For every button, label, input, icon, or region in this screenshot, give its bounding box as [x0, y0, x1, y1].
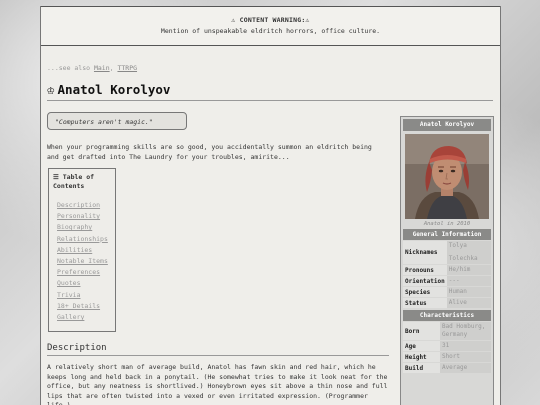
infobox-label: Pronouns: [403, 265, 447, 275]
infobox-label: Orientation: [403, 276, 447, 286]
toc-link-preferences[interactable]: Preferences: [57, 267, 111, 278]
see-also-link-main[interactable]: Main: [94, 64, 110, 72]
infobox-label: Build: [403, 363, 440, 373]
toc-link-biography[interactable]: Biography: [57, 222, 111, 233]
toc-link-trivia[interactable]: Trivia: [57, 290, 111, 301]
infobox-label: Species: [403, 287, 447, 297]
see-also-line: ...see also Main, TTRPG: [47, 64, 137, 72]
infobox-row-nicknames: Nicknames Tolya Tolechka: [403, 241, 491, 264]
nickname-2: Tolechka: [448, 255, 478, 262]
see-also-prefix: ...see also: [47, 64, 94, 72]
description-text: A relatively short man of average build,…: [47, 363, 388, 405]
infobox-value: Tolya Tolechka: [446, 241, 491, 264]
infobox-value: ---: [446, 276, 491, 286]
infobox-value: 31: [439, 341, 491, 351]
character-portrait: [405, 134, 489, 219]
toc-link-18-details[interactable]: 18+ Details: [57, 301, 111, 312]
character-infobox: Anatol Korolyov Anatol in 2010 General I…: [400, 116, 494, 405]
infobox-row-species: Species Human: [403, 287, 491, 297]
infobox-row-orientation: Orientation ---: [403, 276, 491, 286]
infobox-row-age: Age 31: [403, 341, 491, 351]
infobox-row-build: Build Average: [403, 363, 491, 373]
infobox-value: Short: [439, 352, 491, 362]
toc-link-relationships[interactable]: Relationships: [57, 234, 111, 245]
infobox-label: Height: [403, 352, 440, 362]
portrait-caption: Anatol in 2010: [423, 221, 471, 227]
nickname-1: Tolya: [448, 242, 467, 249]
toc-link-personality[interactable]: Personality: [57, 211, 111, 222]
general-info-heading: General Information: [403, 229, 491, 240]
toc-link-description[interactable]: Description: [57, 200, 111, 211]
quote-box: "Computers aren't magic.": [47, 112, 187, 130]
infobox-value: Alive: [446, 298, 491, 308]
infobox-row-status: Status Alive: [403, 298, 491, 308]
infobox-value: Bad Homburg, Germany: [439, 322, 491, 340]
content-warning-text: Mention of unspeakable eldritch horrors,…: [160, 27, 381, 35]
characteristics-heading: Characteristics: [403, 310, 491, 321]
toc-link-notable-items[interactable]: Notable Items: [57, 256, 111, 267]
page-title-text: Anatol Korolyov: [57, 82, 171, 97]
infobox-label: Age: [403, 341, 440, 351]
intro-text: When your programming skills are so good…: [47, 143, 372, 161]
table-of-contents: ☰ Table of Contents Description Personal…: [48, 168, 116, 332]
infobox-row-pronouns: Pronouns He/him: [403, 265, 491, 275]
infobox-value: Human: [446, 287, 491, 297]
infobox-value: He/him: [446, 265, 491, 275]
description-heading: Description: [47, 343, 389, 356]
article-page: ⚠ CONTENT WARNING:⚠ Mention of unspeakab…: [40, 6, 501, 405]
toc-link-abilities[interactable]: Abilities: [57, 245, 111, 256]
toc-link-gallery[interactable]: Gallery: [57, 312, 111, 323]
infobox-label: Born: [403, 322, 440, 340]
infobox-row-height: Height Short: [403, 352, 491, 362]
portrait-image: [405, 134, 489, 219]
infobox-value: Average: [439, 363, 491, 373]
content-warning-banner: ⚠ CONTENT WARNING:⚠ Mention of unspeakab…: [41, 6, 500, 46]
infobox-label: Status: [403, 298, 447, 308]
infobox-row-born: Born Bad Homburg, Germany: [403, 322, 491, 340]
see-also-link-ttrpg[interactable]: TTRPG: [117, 64, 137, 72]
toc-title: ☰ Table of Contents: [53, 173, 95, 190]
page-title: ♔ Anatol Korolyov: [47, 82, 493, 101]
toc-list: Description Personality Biography Relati…: [53, 200, 111, 323]
infobox-name: Anatol Korolyov: [403, 119, 491, 131]
characteristics-table: Born Bad Homburg, Germany Age 31 Height …: [403, 321, 491, 374]
general-info-table: Nicknames Tolya Tolechka Pronouns He/him…: [403, 240, 491, 309]
toc-link-quotes[interactable]: Quotes: [57, 278, 111, 289]
infobox-label: Nicknames: [403, 241, 447, 264]
content-warning-title: ⚠ CONTENT WARNING:⚠: [231, 16, 310, 24]
crown-icon: ♔: [47, 82, 55, 97]
